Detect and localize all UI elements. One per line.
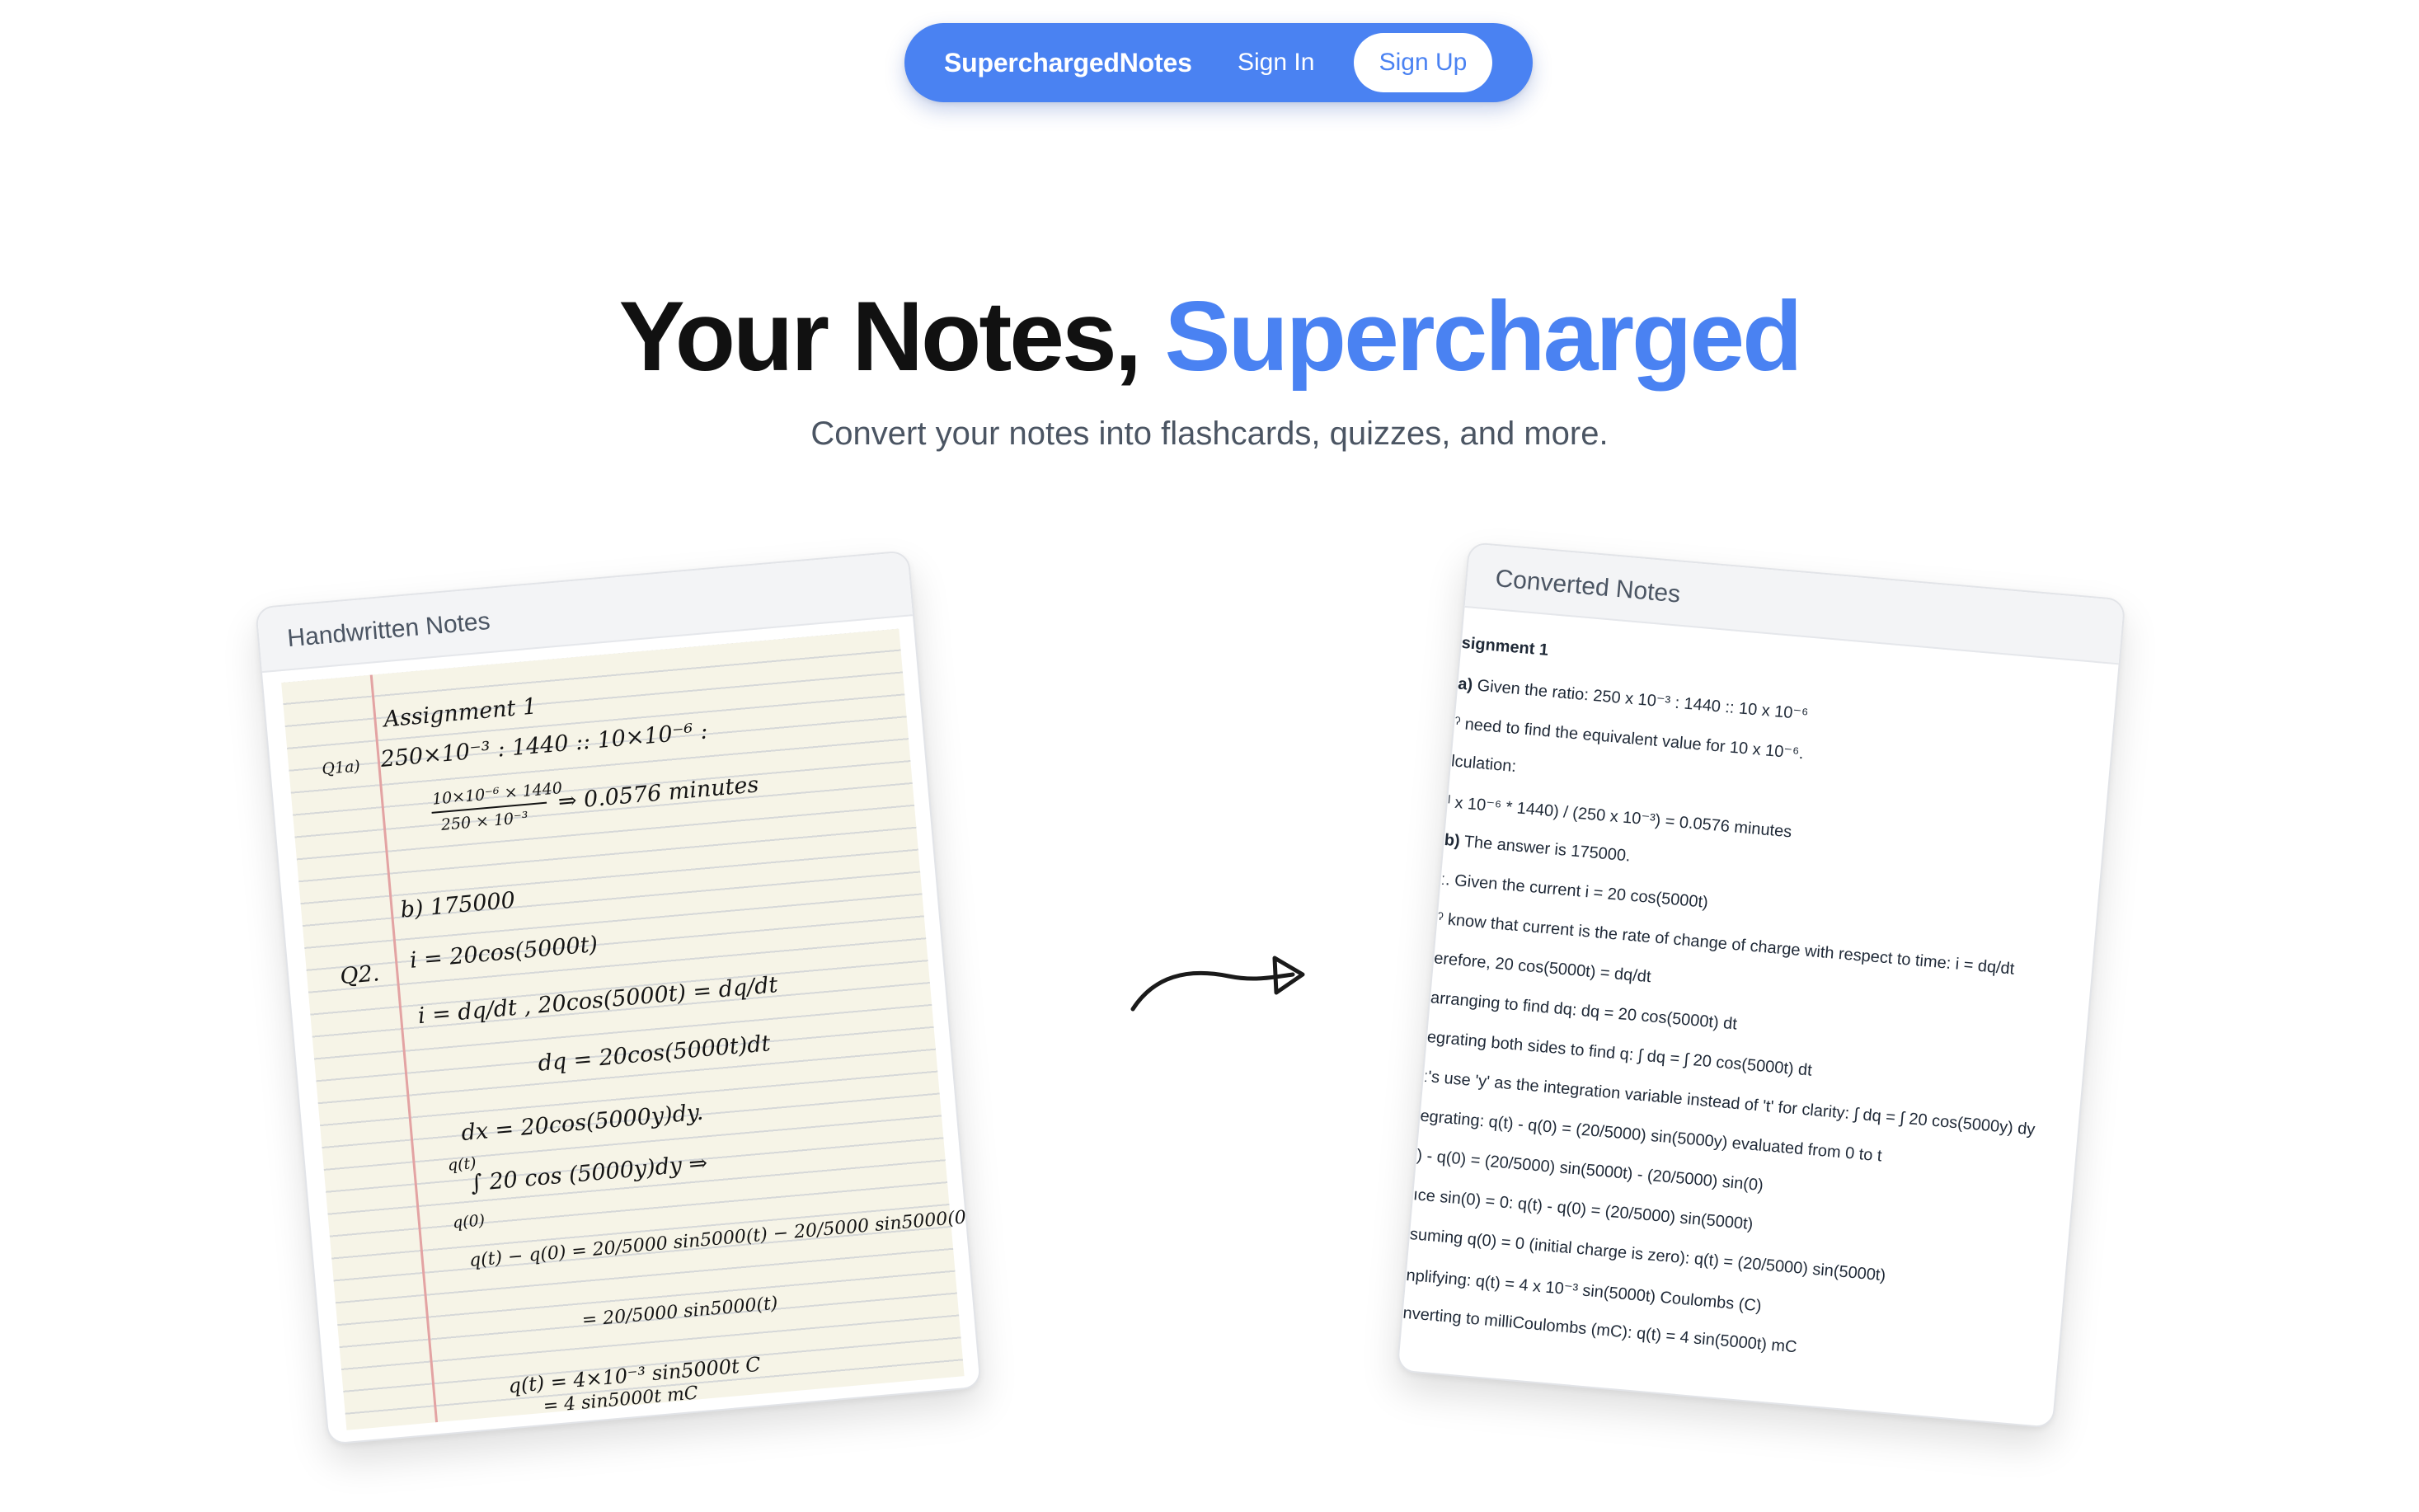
hw-line: = 20/5000 sin5000(t) <box>580 1293 779 1331</box>
converted-line: signment 1 <box>1460 633 1549 660</box>
hw-line: i = 20cos(5000t) <box>408 931 599 974</box>
brand-logo[interactable]: SuperchargedNotes <box>944 23 1192 102</box>
converted-notes-card: Converted Notes signment 1 a) Given the … <box>1396 542 2126 1429</box>
handwritten-notes-card: Handwritten Notes Assignment 1 Q1a) 250×… <box>255 550 982 1445</box>
arrow-icon <box>1130 956 1305 1012</box>
hw-line: q(t) − q(0) = 20/5000 sin5000(t) − 20/50… <box>468 1206 975 1271</box>
hw-line: i = dq/dt , 20cos(5000t) = dq/dt <box>416 972 779 1030</box>
nav-bar: SuperchargedNotes Sign In Sign Up <box>904 23 1533 102</box>
sign-up-button[interactable]: Sign Up <box>1354 33 1492 92</box>
hw-line: b) 175000 <box>399 887 517 923</box>
converted-line: ˡ x 10⁻⁶ * 1440) / (250 x 10⁻³) = 0.0576… <box>1446 793 1793 842</box>
hw-line: Q2. <box>339 960 381 990</box>
converted-line: arranging to find dq: dq = 20 cos(5000t)… <box>1430 988 1738 1034</box>
hw-line: 250 × 10⁻³ <box>440 808 529 834</box>
converted-line: erefore, 20 cos(5000t) = dq/dt <box>1433 949 1652 987</box>
converted-line: ː. Given the current i = 20 cos(5000t) <box>1440 870 1709 912</box>
hw-line: Q1a) <box>321 757 361 779</box>
hw-line: ∫ 20 cos (5000y)dy ⇒ <box>469 1150 709 1197</box>
hero-title: Your Notes, Supercharged <box>0 279 2419 394</box>
paper-margin-line <box>369 674 439 1423</box>
hero-subtitle: Convert your notes into flashcards, quiz… <box>810 416 1609 452</box>
handwritten-notes-image: Assignment 1 Q1a) 250×10⁻³ : 1440 :: 10×… <box>281 628 974 1430</box>
hw-line: dq = 20cos(5000t)dt <box>537 1031 772 1077</box>
hw-line: ⇒ 0.0576 minutes <box>557 772 760 815</box>
hero-title-main: Your Notes, <box>618 281 1165 392</box>
converted-line: ıce sin(0) = 0: q(t) - q(0) = (20/5000) … <box>1412 1186 1754 1234</box>
hero-title-accent: Supercharged <box>1164 281 1802 392</box>
converted-line: b) The answer is 175000. <box>1443 830 1632 866</box>
converted-line: ) - q(0) = (20/5000) sin(5000t) - (20/50… <box>1416 1146 1764 1195</box>
hw-line: q(0) <box>452 1211 486 1233</box>
hw-line: dx = 20cos(5000y)dy. <box>460 1099 705 1147</box>
hw-line: Assignment 1 <box>383 693 538 733</box>
sign-in-link[interactable]: Sign In <box>1238 23 1314 102</box>
hw-line: 10×10⁻⁶ × 1440 <box>431 779 563 809</box>
converted-line: lculation: <box>1450 752 1517 777</box>
